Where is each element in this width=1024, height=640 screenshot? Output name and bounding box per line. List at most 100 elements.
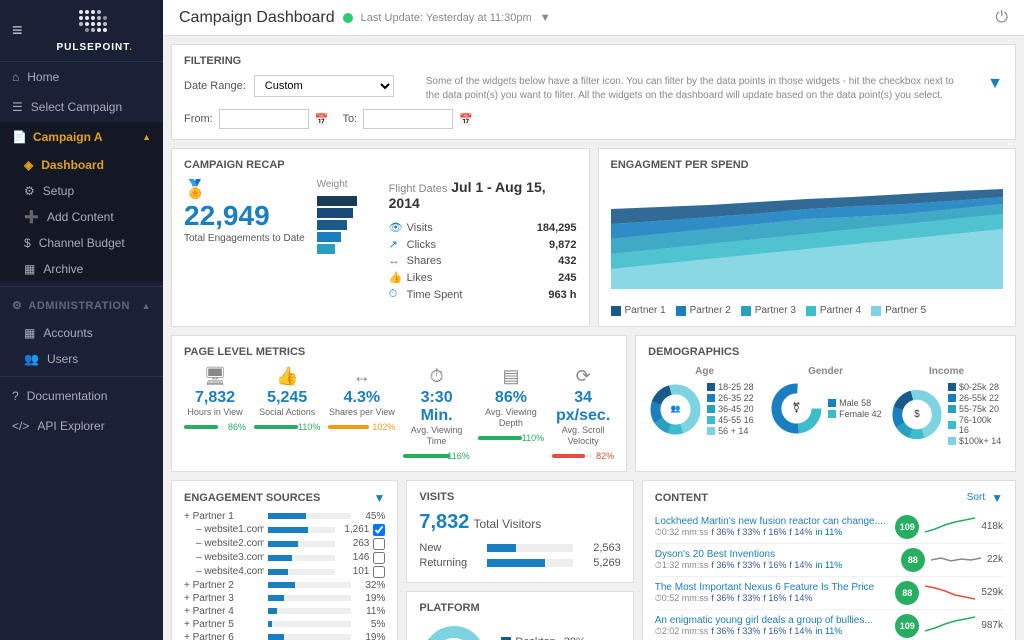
source-display-8: 5% bbox=[355, 619, 385, 630]
legend-partner1: Partner 1 bbox=[611, 305, 666, 316]
total-label: Total Engagements to Date bbox=[184, 232, 305, 245]
sidebar-item-add-content[interactable]: ➕ Add Content bbox=[0, 204, 163, 230]
source-checkbox-3[interactable] bbox=[373, 552, 385, 564]
source-label-2: – website2.com bbox=[184, 538, 264, 549]
chevron-icon: ▲ bbox=[142, 132, 151, 142]
source-row-8: + Partner 5 5% bbox=[184, 619, 385, 630]
source-bar-wrap-8 bbox=[268, 621, 351, 627]
sidebar-item-select-campaign[interactable]: ☰ Select Campaign bbox=[0, 92, 163, 122]
sidebar-item-dashboard[interactable]: ◈ Dashboard bbox=[0, 152, 163, 178]
legend-dot-2 bbox=[676, 306, 686, 316]
legend-dot-3 bbox=[741, 306, 751, 316]
li-meta-3: in 11% bbox=[815, 626, 842, 636]
legend-partner3: Partner 3 bbox=[741, 305, 796, 316]
source-display-1: 1,261 bbox=[339, 524, 369, 535]
sidebar-item-add-content-label: Add Content bbox=[47, 210, 114, 224]
source-checkbox-2[interactable] bbox=[373, 538, 385, 550]
legend-label-3: Partner 3 bbox=[755, 305, 796, 316]
metric-label-4: Avg. Viewing Depth bbox=[478, 407, 544, 429]
budget-icon: $ bbox=[24, 236, 31, 250]
platform-donut: 📱 bbox=[419, 622, 489, 640]
content-title-1[interactable]: Dyson's 20 Best Inventions bbox=[655, 549, 895, 560]
platform-title: PLATFORM bbox=[419, 602, 620, 614]
dropdown-icon[interactable]: ▼ bbox=[540, 12, 551, 24]
fb-meta-2: f 36% bbox=[711, 593, 734, 603]
campaign-title: Campaign A bbox=[33, 130, 103, 144]
content-filter-icon[interactable]: ▼ bbox=[991, 491, 1003, 505]
metric-item-5: ⟳ 34 px/sec. Avg. Scroll Velocity 82% bbox=[552, 366, 614, 461]
to-calendar-icon[interactable]: 📅 bbox=[459, 113, 473, 126]
source-display-5: 32% bbox=[355, 580, 385, 591]
sidebar-item-setup[interactable]: ⚙ Setup bbox=[0, 178, 163, 204]
sidebar-item-channel-budget-label: Channel Budget bbox=[39, 236, 125, 250]
li-meta-1: in 11% bbox=[815, 560, 842, 570]
content-meta-1: ⏱1:32 mm:ss f 36% f 33% f 16% f 14% in 1… bbox=[655, 560, 895, 571]
power-icon[interactable]: ⏻ bbox=[995, 9, 1008, 26]
source-label-8: + Partner 5 bbox=[184, 619, 264, 630]
sidebar-item-channel-budget[interactable]: $ Channel Budget bbox=[0, 230, 163, 256]
content-score-2: 88 bbox=[895, 581, 919, 605]
source-row-4: – website4.com 101 bbox=[184, 566, 385, 578]
metric-icon-0: 🖥 bbox=[204, 366, 227, 387]
accounts-icon: ▦ bbox=[24, 326, 35, 340]
metric-bar-row-5: 82% bbox=[552, 451, 614, 461]
campaign-section-header[interactable]: 📄 Campaign A ▲ bbox=[0, 122, 163, 152]
campaign-recap-panel: CAMPAIGN RECAP 🏅 22,949 Total Engagement… bbox=[171, 148, 590, 327]
sort-button[interactable]: Sort bbox=[967, 492, 985, 503]
sidebar-item-users[interactable]: 👥 Users bbox=[0, 346, 163, 372]
date-range-select[interactable]: Custom bbox=[254, 75, 394, 97]
metric-bar-bg-5 bbox=[552, 454, 592, 458]
age-donut: 👥 bbox=[648, 382, 703, 437]
source-display-3: 146 bbox=[339, 552, 369, 563]
content-title-0[interactable]: Lockheed Martin's new fusion reactor can… bbox=[655, 516, 890, 527]
sidebar-item-documentation[interactable]: ? Documentation bbox=[0, 381, 163, 411]
engagement-sources-filter-icon[interactable]: ▼ bbox=[373, 491, 385, 505]
time-meta-0: ⏱0:32 mm:ss bbox=[655, 527, 709, 538]
income-section: Income $ $0-25k 28 bbox=[890, 366, 1003, 447]
source-bar-wrap-5 bbox=[268, 582, 351, 588]
metric-bar-row-2: 102% bbox=[328, 422, 395, 432]
legend-partner4: Partner 4 bbox=[806, 305, 861, 316]
svg-text:⚧: ⚧ bbox=[792, 402, 800, 414]
from-date-input[interactable] bbox=[219, 109, 309, 129]
content-panel: CONTENT Sort ▼ Lockheed Martin's new fus… bbox=[642, 480, 1016, 640]
source-checkbox-4[interactable] bbox=[373, 566, 385, 578]
metric-value-4: 86% bbox=[495, 389, 527, 407]
legend-dot-1 bbox=[611, 306, 621, 316]
demographics-row: Age 👥 18-25 28 bbox=[648, 366, 1003, 447]
sidebar-item-home[interactable]: ⌂ Home bbox=[0, 62, 163, 92]
source-row-0: + Partner 1 45% bbox=[184, 511, 385, 522]
content-views-3: 987k bbox=[981, 620, 1003, 631]
flight-label: Flight Dates bbox=[389, 183, 448, 195]
sidebar-item-archive[interactable]: ▦ Archive bbox=[0, 256, 163, 282]
sidebar-item-accounts[interactable]: ▦ Accounts bbox=[0, 320, 163, 346]
top-row: CAMPAIGN RECAP 🏅 22,949 Total Engagement… bbox=[171, 148, 1016, 327]
from-label: From: bbox=[184, 113, 213, 125]
hamburger-icon[interactable]: ≡ bbox=[4, 16, 31, 45]
metric-pct-0: 86% bbox=[228, 422, 246, 432]
metric-value-3: 3:30 Min. bbox=[403, 389, 469, 425]
visits-total-label: Total Visitors bbox=[473, 517, 541, 531]
metric-pct-3: 116% bbox=[447, 451, 469, 461]
content-title-3[interactable]: An enigmatic young girl deals a group of… bbox=[655, 615, 890, 626]
source-bar-fill-0 bbox=[268, 513, 306, 519]
metric-pct-5: 82% bbox=[596, 451, 614, 461]
source-bar-wrap-0 bbox=[268, 513, 351, 519]
stat-shares: ↔ Shares 432 bbox=[389, 253, 577, 269]
to-date-input[interactable] bbox=[363, 109, 453, 129]
fb3-meta-1: f 16% bbox=[763, 560, 786, 570]
main-content: Campaign Dashboard Last Update: Yesterda… bbox=[163, 0, 1024, 640]
legend-label-2: Partner 2 bbox=[690, 305, 731, 316]
sidebar: ≡ bbox=[0, 0, 163, 640]
page-metrics-title: PAGE LEVEL METRICS bbox=[184, 346, 614, 358]
metric-bar-row-4: 110% bbox=[478, 433, 544, 443]
admin-section-header[interactable]: ⚙ Administration ▲ bbox=[0, 291, 163, 320]
sidebar-item-api-explorer[interactable]: </> API Explorer bbox=[0, 411, 163, 441]
new-label: New bbox=[419, 542, 479, 554]
engagement-sources-list: + Partner 1 45% – website1.com 1,261 – w… bbox=[184, 511, 385, 640]
desktop-pct: 38% bbox=[564, 636, 586, 640]
source-checkbox-1[interactable] bbox=[373, 524, 385, 536]
content-title-2[interactable]: The Most Important Nexus 6 Feature Is Th… bbox=[655, 582, 890, 593]
from-calendar-icon[interactable]: 📅 bbox=[315, 113, 329, 126]
filter-funnel-icon[interactable]: ▼ bbox=[987, 75, 1003, 93]
